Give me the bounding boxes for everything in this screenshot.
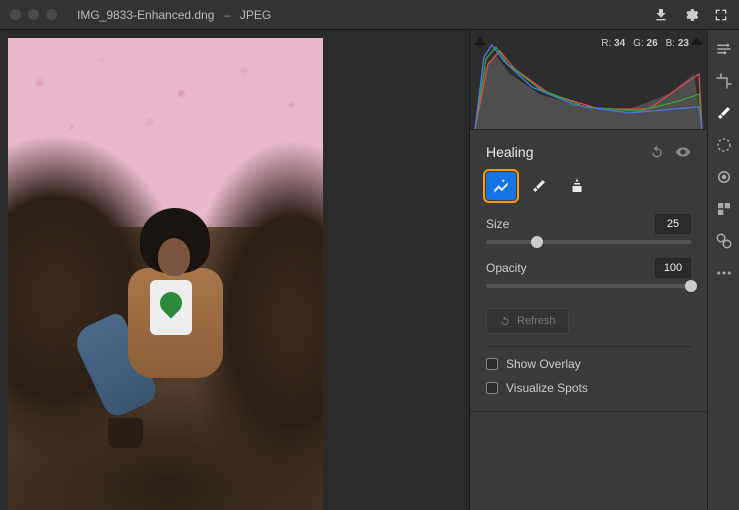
refresh-icon <box>499 315 511 327</box>
size-slider-thumb[interactable] <box>531 236 543 248</box>
title-bar: IMG_9833-Enhanced.dng – JPEG <box>0 0 739 30</box>
presets-icon[interactable] <box>715 200 733 218</box>
snapshots-icon[interactable] <box>715 232 733 250</box>
heal-tool[interactable] <box>524 172 554 200</box>
maximize-window-icon[interactable] <box>46 9 57 20</box>
file-format: JPEG <box>240 8 271 22</box>
photo-preview <box>8 38 323 510</box>
title-separator: – <box>224 8 231 22</box>
content-aware-remove-tool[interactable] <box>486 172 516 200</box>
healing-tool-row <box>486 172 691 200</box>
visualize-spots-checkbox[interactable] <box>486 382 498 394</box>
opacity-input[interactable] <box>655 258 691 278</box>
redeye-icon[interactable] <box>715 168 733 186</box>
right-panel: R: 34 G: 26 B: 23 Healing <box>469 30 707 510</box>
crop-icon[interactable] <box>715 72 733 90</box>
masking-icon[interactable] <box>715 136 733 154</box>
size-input[interactable] <box>655 214 691 234</box>
image-canvas[interactable] <box>0 30 469 510</box>
show-overlay-label: Show Overlay <box>506 357 581 371</box>
show-overlay-checkbox[interactable] <box>486 358 498 370</box>
document-title: IMG_9833-Enhanced.dng – JPEG <box>77 8 271 22</box>
export-icon[interactable] <box>653 7 669 23</box>
filename: IMG_9833-Enhanced.dng <box>77 8 214 22</box>
opacity-slider[interactable] <box>486 284 691 288</box>
size-slider[interactable] <box>486 240 691 244</box>
clone-tool[interactable] <box>562 172 592 200</box>
histogram-curves <box>470 39 707 129</box>
tool-strip <box>707 30 739 510</box>
size-label: Size <box>486 217 536 231</box>
panel-title: Healing <box>486 144 639 160</box>
reset-icon[interactable] <box>649 144 665 160</box>
eye-icon[interactable] <box>675 144 691 160</box>
fullscreen-icon[interactable] <box>713 7 729 23</box>
opacity-label: Opacity <box>486 261 536 275</box>
minimize-window-icon[interactable] <box>28 9 39 20</box>
refresh-label: Refresh <box>517 315 556 327</box>
healing-section: Healing Size <box>470 130 707 412</box>
more-icon[interactable] <box>715 264 733 282</box>
close-window-icon[interactable] <box>10 9 21 20</box>
healing-icon[interactable] <box>715 104 733 122</box>
histogram[interactable]: R: 34 G: 26 B: 23 <box>470 30 707 130</box>
gear-icon[interactable] <box>683 7 699 23</box>
opacity-slider-thumb[interactable] <box>685 280 697 292</box>
edit-sliders-icon[interactable] <box>715 40 733 58</box>
refresh-button[interactable]: Refresh <box>486 308 569 334</box>
window-controls <box>10 9 57 20</box>
visualize-spots-label: Visualize Spots <box>506 381 588 395</box>
